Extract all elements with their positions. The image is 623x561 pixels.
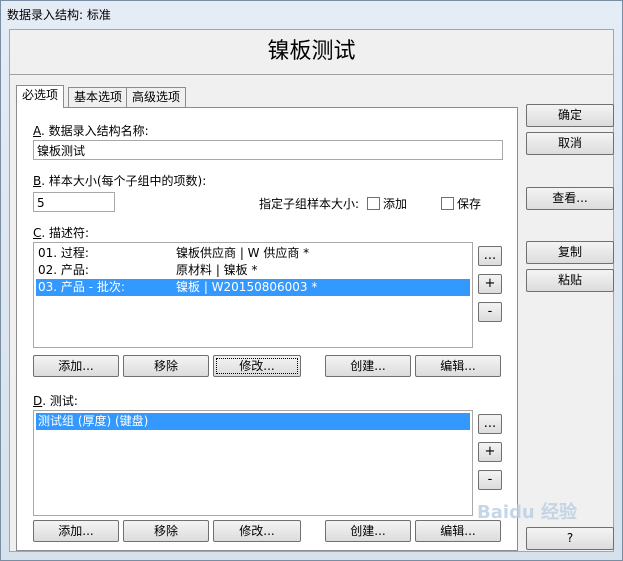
test-move-up-button[interactable]: + (478, 442, 502, 462)
test-edit-button[interactable]: 编辑... (415, 520, 501, 542)
sample-size-label: B. 样本大小(每个子组中的项数): (33, 174, 207, 188)
structure-name-label: A. 数据录入结构名称: (33, 124, 149, 138)
copy-button[interactable]: 复制 (526, 241, 614, 264)
ok-button[interactable]: 确定 (526, 104, 614, 127)
structure-name-input[interactable]: 镍板测试 (33, 140, 503, 160)
help-button[interactable]: ? (526, 527, 614, 550)
tests-list[interactable]: 测试组 (厚度) (键盘) (33, 410, 473, 516)
list-item-selected[interactable]: 03. 产品 - 批次: 镍板 | W20150806003 * (36, 279, 470, 296)
dialog-client: 镍板测试 必选项 基本选项 高级选项 A. 数据录入结构名称: 镍板测试 B. … (9, 29, 614, 552)
cancel-button[interactable]: 取消 (526, 132, 614, 155)
descriptor-create-button[interactable]: 创建... (325, 355, 411, 377)
dialog-window: 数据录入结构: 标准 镍板测试 必选项 基本选项 高级选项 A. 数据录入结构名… (0, 0, 623, 561)
descriptor-move-down-button[interactable]: - (478, 302, 502, 322)
tests-label: D. 测试: (33, 394, 78, 408)
subgroup-size-label: 指定子组样本大小: (259, 197, 360, 211)
descriptors-label: C. 描述符: (33, 226, 90, 240)
descriptor-add-button[interactable]: 添加... (33, 355, 119, 377)
test-modify-button[interactable]: 修改... (213, 520, 301, 542)
list-item-selected[interactable]: 测试组 (厚度) (键盘) (36, 413, 470, 430)
test-remove-button[interactable]: 移除 (123, 520, 209, 542)
view-button[interactable]: 查看... (526, 187, 614, 210)
descriptors-list[interactable]: 01. 过程: 镍板供应商 | W 供应商 * 02. 产品: 原材料 | 镍板… (33, 242, 473, 348)
descriptor-modify-button[interactable]: 修改... (213, 355, 301, 377)
list-item[interactable]: 01. 过程: 镍板供应商 | W 供应商 * (36, 245, 470, 262)
window-title: 数据录入结构: 标准 (7, 8, 111, 22)
tab-panel-required: A. 数据录入结构名称: 镍板测试 B. 样本大小(每个子组中的项数): 5 指… (16, 107, 518, 551)
add-checkbox[interactable] (367, 197, 380, 210)
list-item[interactable]: 02. 产品: 原材料 | 镍板 * (36, 262, 470, 279)
test-create-button[interactable]: 创建... (325, 520, 411, 542)
test-more-button[interactable]: ... (478, 414, 502, 434)
descriptor-move-up-button[interactable]: + (478, 274, 502, 294)
tab-advanced[interactable]: 高级选项 (126, 87, 187, 107)
descriptor-edit-button[interactable]: 编辑... (415, 355, 501, 377)
paste-button[interactable]: 粘贴 (526, 269, 614, 292)
add-checkbox-label: 添加 (383, 197, 408, 211)
page-title: 镍板测试 (10, 30, 613, 75)
descriptor-more-button[interactable]: ... (478, 246, 502, 266)
save-checkbox-label: 保存 (457, 197, 482, 211)
test-move-down-button[interactable]: - (478, 470, 502, 490)
descriptor-remove-button[interactable]: 移除 (123, 355, 209, 377)
save-checkbox[interactable] (441, 197, 454, 210)
test-add-button[interactable]: 添加... (33, 520, 119, 542)
tab-basic[interactable]: 基本选项 (68, 87, 129, 107)
tab-required[interactable]: 必选项 (16, 85, 65, 108)
sample-size-input[interactable]: 5 (33, 192, 115, 212)
